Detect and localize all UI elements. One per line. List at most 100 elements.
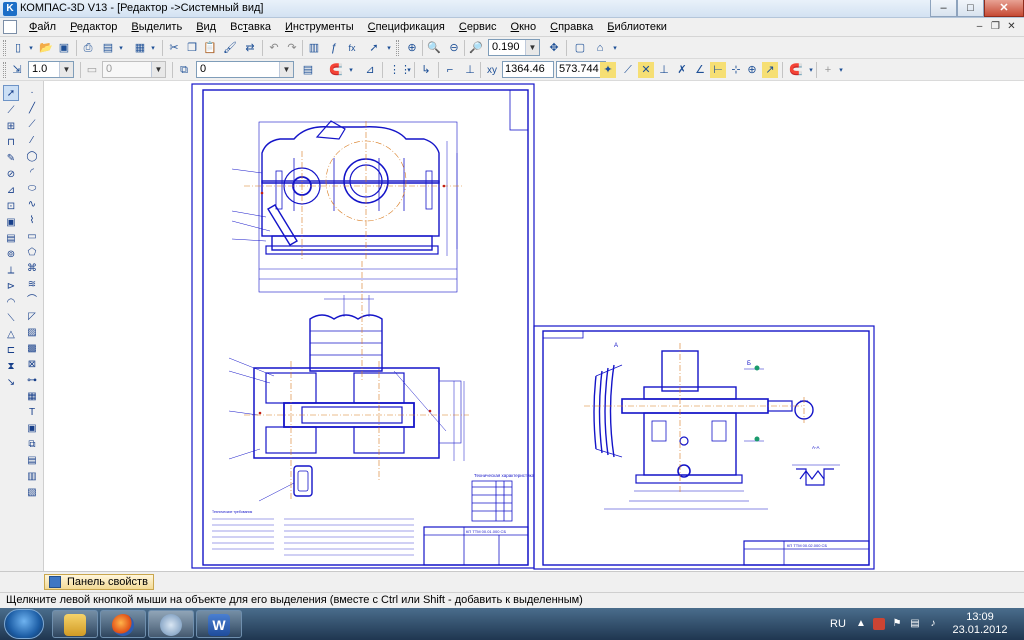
text-icon[interactable]: T [24,405,40,421]
leader-icon[interactable]: ↘ [3,375,19,391]
triangle-icon[interactable]: △ [3,327,19,343]
chevron-down-icon[interactable]: ▼ [279,62,293,77]
layers-icon[interactable]: ⧉ [176,62,192,78]
undo-icon[interactable]: ↶ [266,40,282,56]
snap-angle-icon[interactable]: ∠ [692,62,708,78]
menu-specification[interactable]: Спецификация [361,18,452,37]
paste-icon[interactable]: 📋 [202,40,218,56]
equidistant-icon[interactable]: ≋ [24,277,40,293]
associative-views-icon[interactable]: ▣ [3,215,19,231]
chevron-down-icon[interactable]: ▼ [59,62,73,77]
zoom-out-icon[interactable]: ⊖ [446,40,462,56]
save-icon[interactable]: ▣ [56,40,72,56]
clock[interactable]: 13:09 23.01.2012 [945,611,1015,637]
snap-nearest-icon[interactable]: ⟋ [620,62,636,78]
round-icon[interactable]: ⌐ [442,62,458,78]
zoom-combo[interactable]: 0.190 ▼ [488,39,540,56]
preview-dropdown-icon[interactable]: ▾ [116,40,126,56]
reports-icon[interactable]: ⊚ [3,247,19,263]
taskbar-kompas[interactable] [148,610,194,638]
snap-center-icon[interactable]: ⊹ [728,62,744,78]
spline-icon[interactable]: ∿ [24,197,40,213]
snap-dropdown-icon[interactable]: ▾ [346,62,356,78]
hatch-icon[interactable]: ▨ [24,325,40,341]
arrow-select-icon[interactable]: ➚ [366,40,382,56]
ortho-icon[interactable]: ⊿ [362,62,378,78]
maximize-button[interactable]: □ [957,0,984,17]
measure-icon[interactable]: ⊿ [3,183,19,199]
properties-panel-tab[interactable]: Панель свойств [44,574,154,590]
edit-icon[interactable]: ✎ [3,151,19,167]
select-arrow-icon[interactable]: ➚ [3,85,19,101]
macro-icon[interactable]: ⊳ [3,279,19,295]
start-button[interactable] [4,609,44,639]
point-icon[interactable]: · [24,85,40,101]
grid-icon[interactable]: ⋮⋮ [388,62,411,78]
view-icon[interactable]: ▣ [24,421,40,437]
zoom-in-icon[interactable]: 🔍 [426,40,442,56]
menu-select[interactable]: Выделить [124,18,189,37]
parametrization-icon[interactable]: ⊘ [3,167,19,183]
formula-icon[interactable]: fx [344,40,360,56]
segment-icon[interactable]: ⁄ [24,133,40,149]
properties-copy-icon[interactable]: ⇄ [242,40,258,56]
taskbar-explorer[interactable] [52,610,98,638]
tray-flag-icon[interactable]: ⚑ [891,618,903,630]
redo-icon[interactable]: ↷ [284,40,300,56]
menu-view[interactable]: Вид [189,18,223,37]
properties-dropdown-icon[interactable]: ▾ [148,40,158,56]
layer-combo[interactable]: 0 ▼ [196,61,294,78]
add-snap-icon[interactable]: + [820,62,836,78]
toolbar-grip[interactable] [3,40,6,56]
refresh-view-icon[interactable]: ▢ [572,40,588,56]
aux-line-icon[interactable]: ⟋ [24,117,40,133]
menu-insert[interactable]: Вставка [223,18,278,37]
geometry-icon[interactable]: ⟋ [3,103,19,119]
taskbar-firefox[interactable] [100,610,146,638]
menu-editor[interactable]: Редактор [63,18,124,37]
copy-icon[interactable]: ❐ [184,40,200,56]
rectangle-icon[interactable]: ▭ [24,229,40,245]
show-all-icon[interactable]: ⌂ [592,40,608,56]
close-button[interactable]: ✕ [984,0,1024,17]
menu-window[interactable]: Окно [504,18,544,37]
drawing-view[interactable]: Техническая характеристика Технические т… [44,81,1024,571]
selection-icon[interactable]: ⊡ [3,199,19,215]
scale-icon[interactable]: ⇲ [9,62,25,78]
coord-y-field[interactable]: 573.744 [556,61,606,78]
preview-icon[interactable]: ▤ [100,40,116,56]
tray-volume-icon[interactable]: ♪ [927,618,939,630]
style-combo[interactable]: 0 ▼ [102,61,166,78]
new-document-icon[interactable]: ▯ [10,40,26,56]
snap-point-icon[interactable]: ↗ [762,62,778,78]
group-icon[interactable]: ▥ [24,469,40,485]
polyline-icon[interactable]: ⌇ [24,213,40,229]
fragment-icon[interactable]: ⧉ [24,437,40,453]
designations-icon[interactable]: ⊓ [3,135,19,151]
snap-magnet-icon[interactable]: 🧲 [328,62,344,78]
contour-icon[interactable]: ⌘ [24,261,40,277]
chamfer-tool-icon[interactable]: ◸ [24,309,40,325]
taskbar-word[interactable]: W [196,610,242,638]
tray-arrow-icon[interactable]: ▲ [855,618,867,630]
chevron-down-icon[interactable]: ▼ [151,62,165,77]
global-snap-icon[interactable]: 🧲 [788,62,804,78]
zoom-window-icon[interactable]: ⊕ [404,40,420,56]
axis-icon[interactable]: ⊶ [24,373,40,389]
line-scale-combo[interactable]: 1.0 ▼ [28,61,74,78]
doc-close-button[interactable]: ✕ [1004,20,1019,34]
spec-icon[interactable]: ▤ [3,231,19,247]
collect-contour-icon[interactable]: ⊠ [24,357,40,373]
bracket-icon[interactable]: ⊏ [3,343,19,359]
menu-tools[interactable]: Инструменты [278,18,361,37]
style-icon[interactable]: ▭ [84,62,100,78]
manager-icon[interactable]: ▥ [306,40,322,56]
grid-dropdown-icon[interactable]: ▾ [404,62,414,78]
minimize-button[interactable]: – [930,0,957,17]
circle-icon[interactable]: ◯ [24,149,40,165]
pan-icon[interactable]: ✥ [546,40,562,56]
tray-network-icon[interactable]: ▤ [909,618,921,630]
ellipse-icon[interactable]: ⬭ [24,181,40,197]
menu-service[interactable]: Сервис [452,18,504,37]
toolbar1-overflow-icon[interactable]: ▾ [610,40,620,56]
